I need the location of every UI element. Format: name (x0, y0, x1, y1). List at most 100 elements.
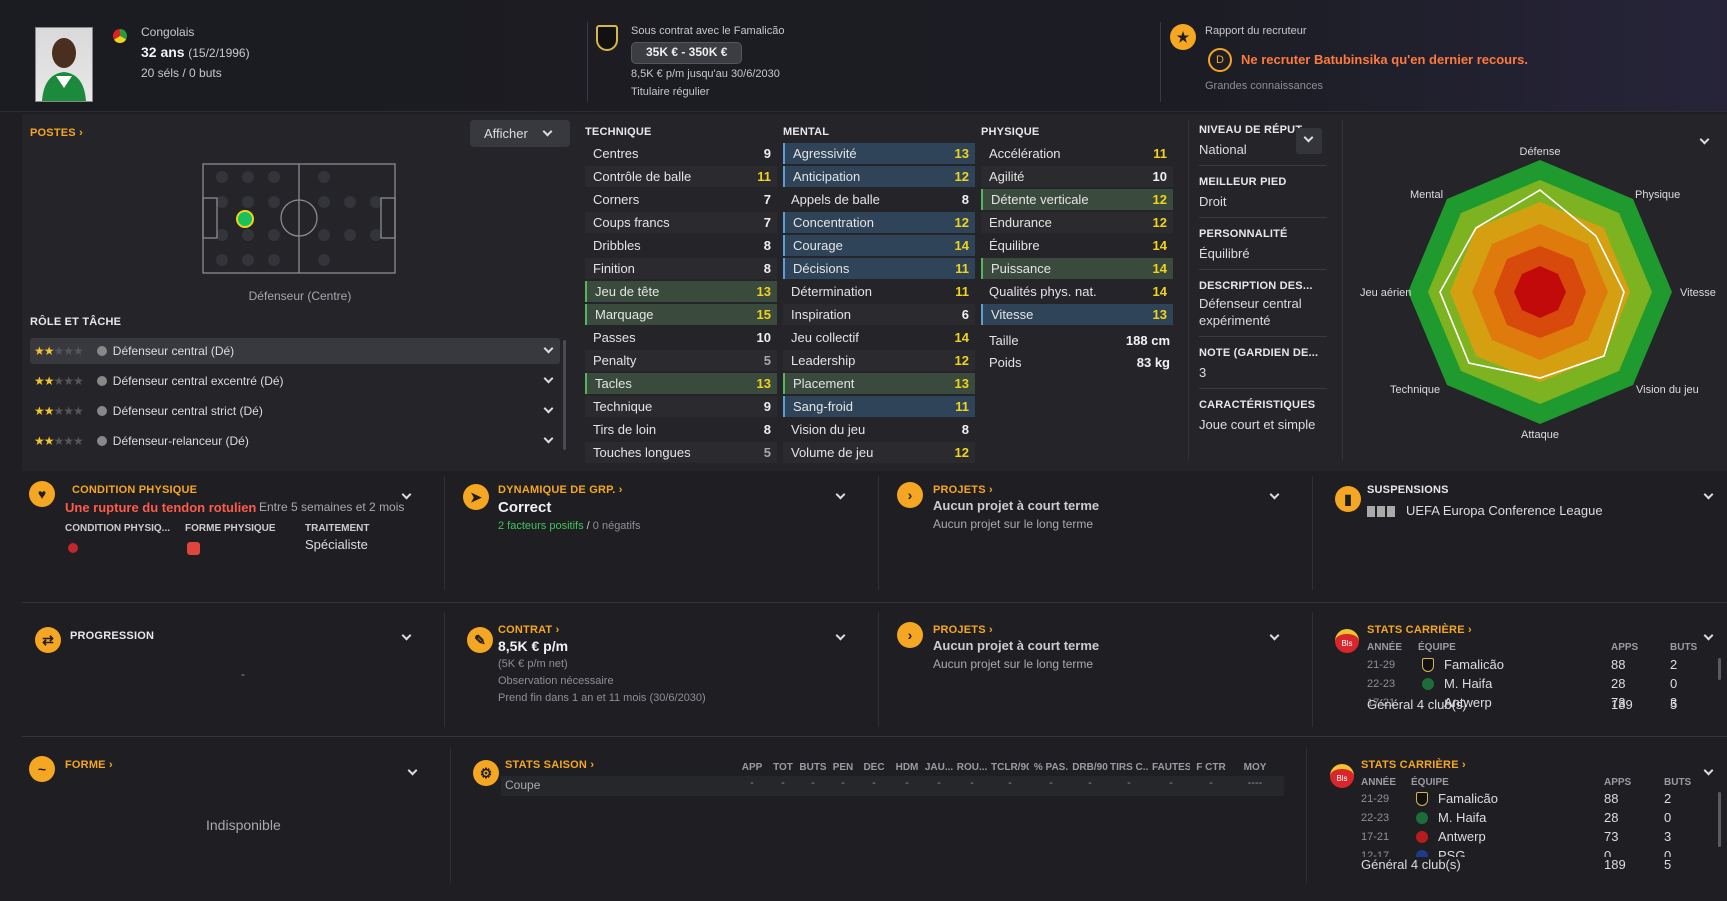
career-badge: Bls (1335, 629, 1359, 653)
career-row[interactable]: 22-23 M. Haifa 28 0 (1361, 809, 1691, 828)
attribute-row[interactable]: Décisions 11 (783, 258, 975, 279)
projects-short-2: Aucun projet à court terme (933, 638, 1100, 653)
attribute-name: Dribbles (593, 238, 641, 253)
attribute-name: Détente verticale (991, 192, 1089, 207)
attribute-name: Leadership (791, 353, 856, 368)
season-row-label: Coupe (505, 778, 541, 792)
attribute-row[interactable]: Appels de balle 8 (783, 189, 975, 210)
attribute-row[interactable]: Vision du jeu 8 (783, 419, 975, 440)
attribute-row[interactable]: Inspiration 6 (783, 304, 975, 325)
chevron-down-icon[interactable] (407, 765, 418, 776)
career-row[interactable]: 17-21 Antwerp 73 3 (1361, 828, 1691, 847)
attribute-row[interactable]: Puissance 14 (981, 258, 1173, 279)
projects-title[interactable]: PROJETS › (933, 484, 993, 496)
attribute-value: 11 (955, 261, 969, 276)
value-pill[interactable]: 35K € - 350K € (631, 42, 743, 64)
attribute-row[interactable]: Endurance 12 (981, 212, 1173, 233)
career-scrollbar-2[interactable] (1718, 792, 1721, 847)
career-row[interactable]: 21-29 Famalicão 88 2 (1367, 656, 1697, 675)
attribute-name: Inspiration (791, 307, 851, 322)
role-row[interactable]: ★★★★★ Défenseur-relanceur (Dé) (30, 428, 560, 454)
gk-title: NOTE (GARDIEN DE... (1199, 347, 1319, 359)
attribute-row[interactable]: Placement 13 (783, 373, 975, 394)
attribute-row[interactable]: Corners 7 (585, 189, 777, 210)
season-col-header[interactable]: F CTR (1192, 762, 1230, 773)
role-row[interactable]: ★★★★★ Défenseur central excentré (Dé) (30, 368, 560, 394)
season-col-header[interactable]: DRB/90 (1071, 762, 1109, 773)
chevron-down-icon[interactable] (401, 630, 412, 641)
attribute-row[interactable]: Centres 9 (585, 143, 777, 164)
attribute-row[interactable]: Finition 8 (585, 258, 777, 279)
attribute-row[interactable]: Vitesse 13 (981, 304, 1173, 325)
attribute-row[interactable]: Tacles 13 (585, 373, 777, 394)
career-title[interactable]: STATS CARRIÈRE › (1367, 624, 1472, 636)
chevron-down-icon[interactable] (1269, 630, 1280, 641)
roles-scrollbar[interactable] (563, 340, 566, 450)
attribute-row[interactable]: Équilibre 14 (981, 235, 1173, 256)
attribute-row[interactable]: Agilité 10 (981, 166, 1173, 187)
projects-title-2[interactable]: PROJETS › (933, 624, 993, 636)
attribute-row[interactable]: Sang-froid 11 (783, 396, 975, 417)
attribute-value: 12 (954, 445, 969, 460)
chevron-down-icon[interactable] (1703, 489, 1714, 500)
attribute-row[interactable]: Tirs de loin 8 (585, 419, 777, 440)
attribute-row[interactable]: Volume de jeu 12 (783, 442, 975, 463)
attribute-row[interactable]: Touches longues 5 (585, 442, 777, 463)
contract-title[interactable]: CONTRAT › (498, 624, 559, 636)
career-row[interactable]: 22-23 M. Haifa 28 0 (1367, 675, 1697, 694)
attribute-row[interactable]: Courage 14 (783, 235, 975, 256)
season-col-header[interactable]: TIRS C... (1110, 762, 1148, 773)
chevron-down-icon[interactable] (1703, 765, 1714, 776)
attribute-row[interactable]: Concentration 12 (783, 212, 975, 233)
chevron-down-icon[interactable] (835, 630, 846, 641)
attribute-row[interactable]: Penalty 5 (585, 350, 777, 371)
radar-label: Défense (1520, 146, 1561, 158)
attribute-value: 12 (954, 169, 969, 184)
attribute-row[interactable]: Agressivité 13 (783, 143, 975, 164)
chevron-down-icon[interactable] (835, 489, 846, 500)
attribute-row[interactable]: Contrôle de balle 11 (585, 166, 777, 187)
attribute-row[interactable]: Technique 9 (585, 396, 777, 417)
attribute-row[interactable]: Leadership 12 (783, 350, 975, 371)
season-col-header[interactable]: ROU... (953, 762, 991, 773)
career-col-apps: APPS (1604, 777, 1632, 788)
chevron-down-icon[interactable] (1703, 630, 1714, 641)
info-icon (96, 376, 107, 386)
season-value: - (1127, 777, 1131, 789)
role-row[interactable]: ★★★★★ Défenseur central strict (Dé) (30, 398, 560, 424)
show-button[interactable]: Afficher (470, 120, 570, 147)
attribute-row[interactable]: Marquage 15 (585, 304, 777, 325)
attribute-row[interactable]: Dribbles 8 (585, 235, 777, 256)
attribute-row[interactable]: Détente verticale 12 (981, 189, 1173, 210)
attribute-row[interactable]: Coups francs 7 (585, 212, 777, 233)
career-row[interactable]: 21-29 Famalicão 88 2 (1361, 790, 1691, 809)
attribute-value: 13 (1152, 307, 1167, 322)
season-col-header[interactable]: TCLR/90 (991, 762, 1029, 773)
attribute-row[interactable]: Qualités phys. nat. 14 (981, 281, 1173, 302)
attribute-name: Placement (793, 376, 855, 391)
career-scrollbar[interactable] (1718, 658, 1721, 680)
desc-line1: Défenseur central (1199, 296, 1302, 311)
role-name: Défenseur central excentré (Dé) (112, 374, 284, 388)
attribute-value: 12 (1152, 215, 1167, 230)
dynamics-title[interactable]: DYNAMIQUE DE GRP. › (498, 484, 623, 496)
chevron-down-icon[interactable] (401, 489, 412, 500)
attribute-name: Marquage (595, 307, 654, 322)
cond-col-3: TRAITEMENT (305, 523, 370, 534)
attribute-row[interactable]: Jeu collectif 14 (783, 327, 975, 348)
positions-title[interactable]: POSTES › (30, 127, 83, 139)
season-col-header[interactable]: FAUTES (1152, 762, 1190, 773)
attribute-row[interactable]: Anticipation 12 (783, 166, 975, 187)
form-title[interactable]: FORME › (65, 759, 113, 771)
season-title[interactable]: STATS SAISON › (505, 759, 594, 771)
attribute-row[interactable]: Jeu de tête 13 (585, 281, 777, 302)
attribute-row[interactable]: Accélération 11 (981, 143, 1173, 164)
season-col-header[interactable]: MOY (1236, 762, 1274, 773)
attribute-value: 8 (961, 192, 969, 207)
chevron-down-icon[interactable] (1269, 489, 1280, 500)
attribute-row[interactable]: Passes 10 (585, 327, 777, 348)
role-row[interactable]: ★★★★★ Défenseur central (Dé) (30, 338, 560, 364)
season-col-header[interactable]: % PAS. (1032, 762, 1070, 773)
career-title-2[interactable]: STATS CARRIÈRE › (1361, 759, 1466, 771)
attribute-row[interactable]: Détermination 11 (783, 281, 975, 302)
